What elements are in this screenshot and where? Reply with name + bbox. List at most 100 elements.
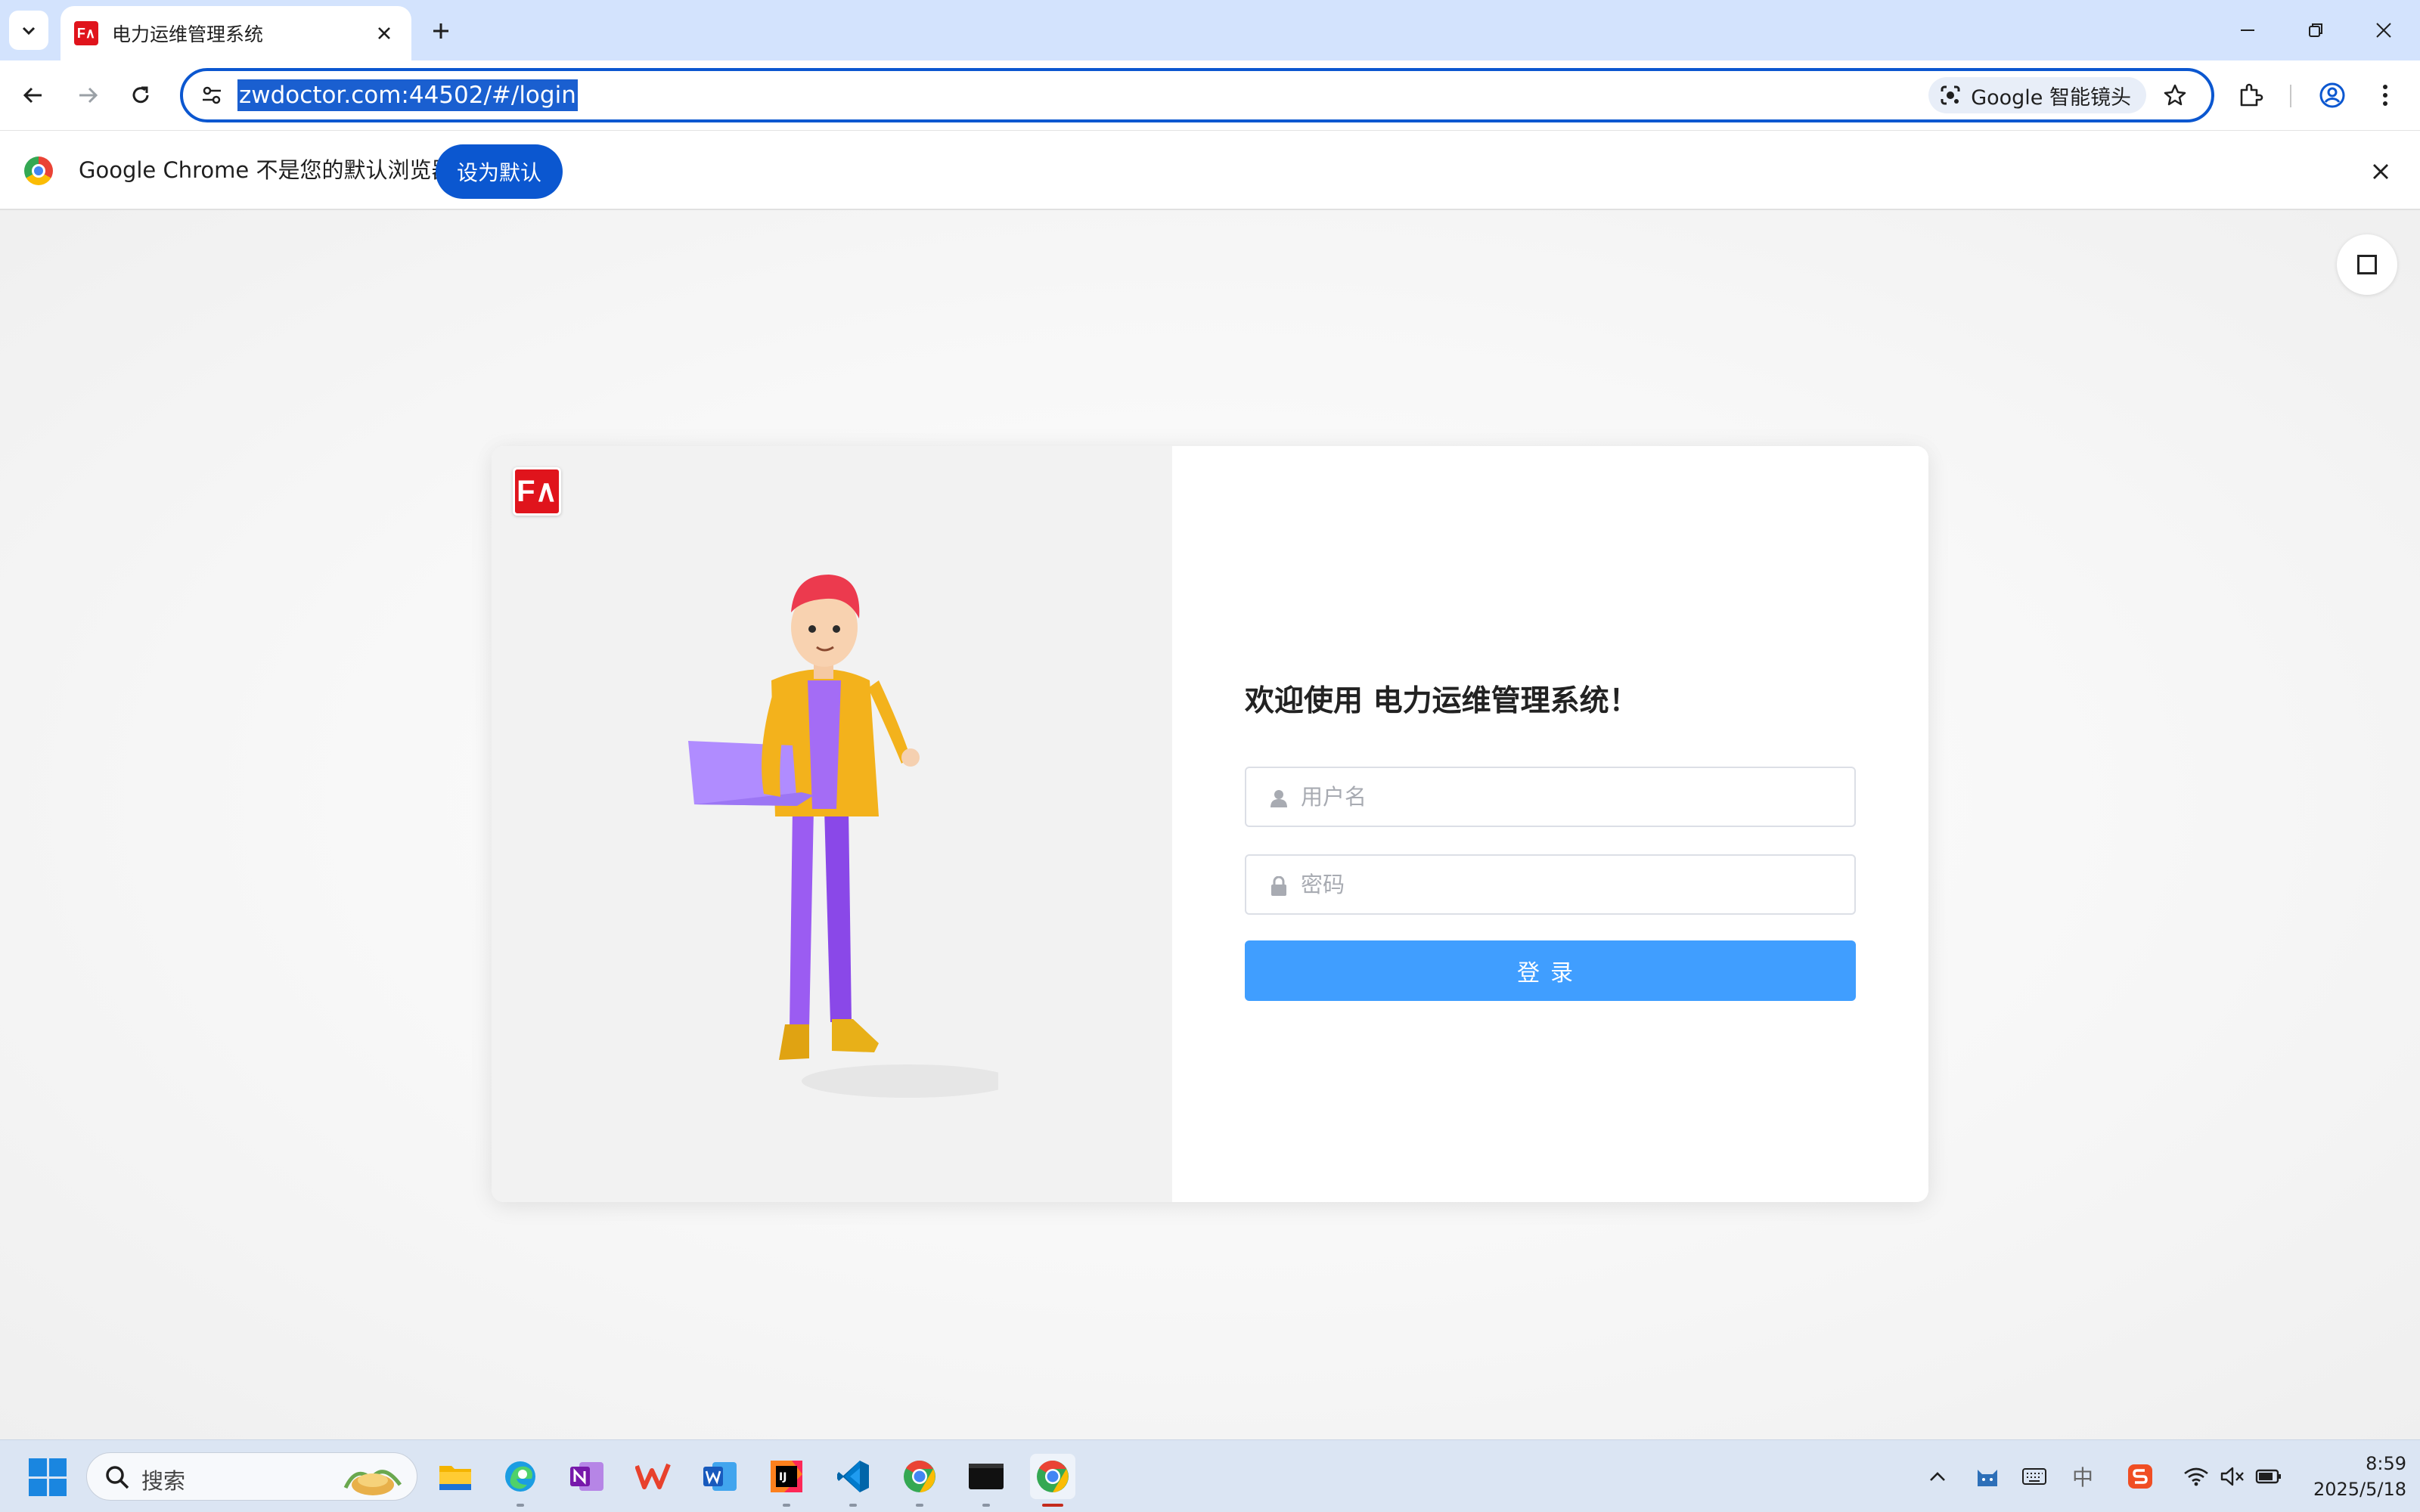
folder-icon bbox=[439, 1466, 471, 1490]
page-content: F∧ 欢迎使用 电力运维管理系统！ 用户名 登录 bbox=[0, 210, 2420, 1439]
running-indicator bbox=[849, 1504, 857, 1507]
site-info-button[interactable] bbox=[197, 80, 227, 110]
close-icon bbox=[378, 27, 390, 39]
extensions-button[interactable] bbox=[2232, 77, 2269, 113]
infobar-message: Google Chrome 不是您的默认浏览器 bbox=[79, 157, 454, 183]
window-close-button[interactable] bbox=[2363, 9, 2405, 51]
terminal-icon bbox=[969, 1464, 1004, 1489]
battery-icon bbox=[2255, 1469, 2281, 1484]
login-card: F∧ 欢迎使用 电力运维管理系统！ 用户名 登录 bbox=[492, 446, 1928, 1202]
account-icon bbox=[2319, 82, 2345, 108]
onenote-app[interactable] bbox=[564, 1454, 610, 1499]
fullscreen-button[interactable] bbox=[2337, 234, 2397, 295]
sogou-input-button[interactable] bbox=[2124, 1460, 2157, 1493]
volume-button[interactable] bbox=[2216, 1460, 2249, 1493]
default-browser-infobar: Google Chrome 不是您的默认浏览器 设为默认 bbox=[0, 130, 2420, 210]
word-icon bbox=[703, 1462, 737, 1491]
intellij-app[interactable]: IJ bbox=[764, 1454, 809, 1507]
terminal-app[interactable] bbox=[963, 1454, 1009, 1507]
word-app[interactable] bbox=[697, 1454, 743, 1499]
username-input[interactable] bbox=[1301, 768, 1830, 826]
reload-icon bbox=[132, 86, 149, 104]
vscode-app[interactable] bbox=[830, 1454, 876, 1507]
keyboard-button[interactable] bbox=[2018, 1460, 2051, 1493]
tab-close-button[interactable] bbox=[371, 20, 398, 47]
toolbar-separator bbox=[2290, 85, 2291, 107]
url-text[interactable]: zwdoctor.com:44502/#/login bbox=[237, 79, 578, 111]
fullscreen-icon bbox=[2357, 255, 2377, 274]
battery-button[interactable] bbox=[2252, 1460, 2285, 1493]
illustration-pane: F∧ bbox=[492, 446, 1172, 1202]
bookmark-button[interactable] bbox=[2158, 79, 2192, 112]
profile-button[interactable] bbox=[2314, 77, 2350, 113]
arrow-left-icon bbox=[23, 87, 42, 104]
tune-icon bbox=[203, 86, 221, 104]
back-button[interactable] bbox=[14, 76, 53, 115]
puzzle-icon bbox=[2240, 83, 2263, 107]
reload-button[interactable] bbox=[121, 76, 160, 115]
new-tab-button[interactable] bbox=[424, 14, 458, 48]
svg-text:IJ: IJ bbox=[779, 1471, 786, 1483]
lens-icon bbox=[1941, 85, 1960, 105]
lock-icon bbox=[1269, 875, 1289, 897]
ime-indicator[interactable]: 中 bbox=[2066, 1460, 2099, 1493]
sogou-icon bbox=[2128, 1464, 2152, 1489]
restore-button[interactable] bbox=[2294, 9, 2337, 51]
chrome-app[interactable] bbox=[897, 1454, 942, 1507]
minimize-button[interactable] bbox=[2226, 9, 2269, 51]
tab-title: 电力运维管理系统 bbox=[112, 23, 264, 45]
keyboard-icon bbox=[2022, 1468, 2046, 1485]
cat-icon bbox=[1978, 1470, 1997, 1486]
running-indicator bbox=[783, 1504, 790, 1507]
infobar-close-button[interactable] bbox=[2366, 156, 2396, 187]
wps-icon bbox=[635, 1463, 671, 1489]
running-indicator bbox=[916, 1504, 923, 1507]
wifi-icon bbox=[2184, 1467, 2208, 1486]
chrome-icon bbox=[1037, 1460, 1069, 1492]
chevron-down-icon bbox=[22, 26, 36, 36]
edge-app[interactable] bbox=[498, 1454, 543, 1507]
chrome-active-app[interactable] bbox=[1030, 1454, 1075, 1507]
arrow-right-icon bbox=[79, 87, 98, 104]
tab-search-button[interactable] bbox=[9, 11, 48, 50]
taskbar-search[interactable]: 搜索 bbox=[86, 1452, 417, 1501]
google-lens-button[interactable]: Google 智能镜头 bbox=[1928, 77, 2146, 113]
intellij-icon: IJ bbox=[771, 1461, 802, 1492]
windows-taskbar: 搜索 IJ 中 8:59 2025/5/18 bbox=[0, 1439, 2420, 1512]
restore-icon bbox=[2309, 23, 2322, 37]
password-input[interactable] bbox=[1301, 856, 1830, 913]
chrome-icon bbox=[904, 1460, 935, 1492]
wifi-button[interactable] bbox=[2180, 1460, 2213, 1493]
tab-favicon-icon: F∧ bbox=[74, 21, 98, 45]
password-field[interactable] bbox=[1245, 854, 1856, 915]
edge-icon bbox=[505, 1461, 535, 1492]
plus-icon bbox=[433, 23, 448, 39]
taskbar-search-placeholder: 搜索 bbox=[141, 1468, 186, 1494]
username-field[interactable] bbox=[1245, 767, 1856, 827]
brand-logo: F∧ bbox=[513, 467, 561, 516]
start-button[interactable] bbox=[29, 1458, 67, 1496]
file-explorer-app[interactable] bbox=[433, 1454, 478, 1499]
lens-label: Google 智能镜头 bbox=[1971, 85, 2131, 110]
tray-app-icon[interactable] bbox=[1971, 1460, 2004, 1493]
running-indicator bbox=[982, 1504, 990, 1507]
active-tab[interactable]: F∧ 电力运维管理系统 bbox=[60, 6, 411, 60]
volume-muted-icon bbox=[2220, 1467, 2244, 1486]
close-icon bbox=[2373, 164, 2388, 179]
tab-strip: F∧ 电力运维管理系统 bbox=[0, 0, 2420, 60]
wps-app[interactable] bbox=[631, 1454, 676, 1499]
show-hidden-icons-button[interactable] bbox=[1921, 1460, 1954, 1493]
forward-button[interactable] bbox=[68, 76, 107, 115]
set-default-button[interactable]: 设为默认 bbox=[436, 144, 563, 199]
system-clock[interactable]: 8:59 2025/5/18 bbox=[2293, 1451, 2406, 1502]
person-with-laptop-illustration bbox=[688, 575, 998, 1098]
running-indicator bbox=[517, 1504, 524, 1507]
menu-button[interactable] bbox=[2367, 77, 2403, 113]
login-button[interactable]: 登录 bbox=[1245, 940, 1856, 1001]
clock-time: 8:59 bbox=[2366, 1453, 2406, 1474]
address-bar[interactable]: zwdoctor.com:44502/#/login Google 智能镜头 bbox=[180, 68, 2214, 122]
welcome-title: 欢迎使用 电力运维管理系统！ bbox=[1245, 684, 1639, 718]
onenote-icon bbox=[570, 1462, 603, 1491]
more-vertical-icon bbox=[2383, 85, 2387, 106]
search-icon bbox=[106, 1466, 129, 1489]
